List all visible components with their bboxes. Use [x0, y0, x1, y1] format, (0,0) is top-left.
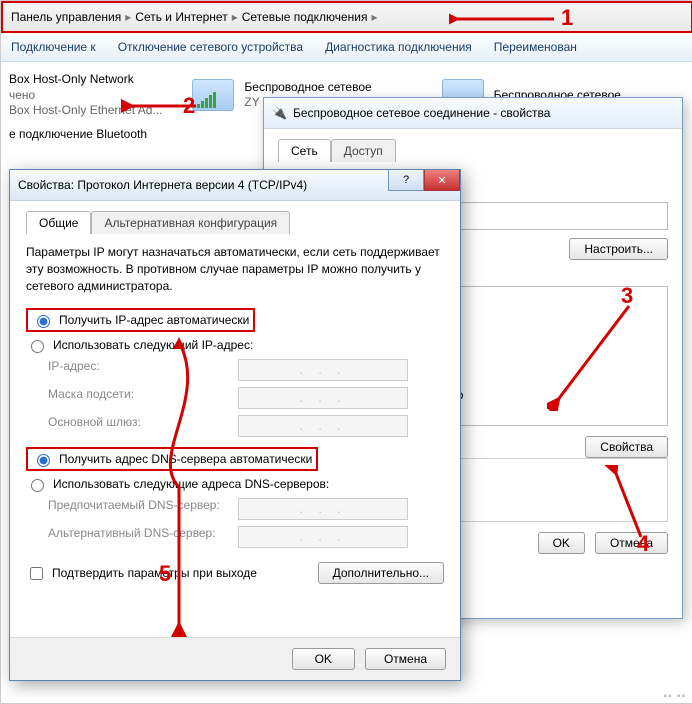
- radio-label: Получить IP-адрес автоматически: [59, 313, 249, 327]
- ipv4-properties-dialog: Свойства: Протокол Интернета версии 4 (T…: [9, 169, 461, 681]
- gateway-field: . . .: [238, 415, 408, 437]
- highlight-box: Получить адрес DNS-сервера автоматически: [26, 447, 318, 471]
- help-button[interactable]: ?: [388, 170, 424, 191]
- network-adapter: Box Host-Only Ethernet Ad...: [9, 103, 162, 119]
- ok-button[interactable]: OK: [292, 648, 355, 670]
- network-icon: [192, 79, 234, 111]
- gateway-label: Основной шлюз:: [48, 415, 228, 437]
- properties-button[interactable]: Свойства: [585, 436, 668, 458]
- advanced-button[interactable]: Дополнительно...: [318, 562, 444, 584]
- title-text: Беспроводное сетевое соединение - свойст…: [293, 106, 551, 120]
- validate-label: Подтвердить параметры при выходе: [52, 566, 257, 580]
- tabstrip: Сеть Доступ: [278, 139, 668, 162]
- cancel-button[interactable]: Отмена: [365, 648, 446, 670]
- radio-auto-dns[interactable]: [37, 454, 50, 467]
- cancel-button[interactable]: Отмена: [595, 532, 668, 554]
- close-button[interactable]: ✕: [424, 170, 460, 191]
- alt-dns-label: Альтернативный DNS-сервер:: [48, 526, 228, 548]
- validate-checkbox[interactable]: [30, 567, 43, 580]
- radio-manual-ip[interactable]: [31, 340, 44, 353]
- toolbar-disable[interactable]: Отключение сетевого устройства: [118, 40, 303, 54]
- ok-button[interactable]: OK: [538, 532, 585, 554]
- alt-dns-field: . . .: [238, 526, 408, 548]
- breadcrumb-item[interactable]: Сеть и Интернет: [135, 10, 227, 24]
- network-icon: 🔌: [272, 106, 287, 120]
- tab-alt-config[interactable]: Альтернативная конфигурация: [91, 211, 290, 234]
- radio-label: Использовать следующие адреса DNS-сервер…: [53, 477, 329, 491]
- dialog-titlebar[interactable]: Свойства: Протокол Интернета версии 4 (T…: [10, 170, 460, 201]
- chevron-right-icon: ▸: [232, 10, 238, 24]
- pref-dns-field: . . .: [238, 498, 408, 520]
- radio-auto-ip[interactable]: [37, 315, 50, 328]
- toolbar: Подключение к Отключение сетевого устрой…: [1, 33, 692, 62]
- network-name: е подключение Bluetooth: [9, 127, 147, 143]
- ip-field: . . .: [238, 359, 408, 381]
- pref-dns-label: Предпочитаемый DNS-сервер:: [48, 498, 228, 520]
- breadcrumb-bar[interactable]: Панель управления ▸ Сеть и Интернет ▸ Се…: [1, 1, 692, 33]
- tab-access[interactable]: Доступ: [331, 139, 396, 162]
- signal-icon: [197, 92, 216, 108]
- resize-grip-icon: ⣀⣀: [662, 679, 689, 699]
- breadcrumb-item[interactable]: Панель управления: [11, 10, 121, 24]
- network-name: Беспроводное сетевое: [244, 80, 371, 96]
- network-status: чено: [9, 88, 162, 104]
- network-name: Box Host-Only Network: [9, 72, 162, 88]
- dialog-title: 🔌 Беспроводное сетевое соединение - свой…: [264, 98, 682, 129]
- description-text: Параметры IP могут назначаться автоматич…: [26, 244, 444, 294]
- radio-manual-dns[interactable]: [31, 479, 44, 492]
- highlight-box: Получить IP-адрес автоматически: [26, 308, 255, 332]
- configure-button[interactable]: Настроить...: [569, 238, 668, 260]
- tabstrip: Общие Альтернативная конфигурация: [26, 211, 444, 234]
- mask-field: . . .: [238, 387, 408, 409]
- mask-label: Маска подсети:: [48, 387, 228, 409]
- radio-label: Использовать следующий IP-адрес:: [53, 338, 253, 352]
- toolbar-diagnose[interactable]: Диагностика подключения: [325, 40, 472, 54]
- toolbar-rename[interactable]: Переименован: [494, 40, 577, 54]
- ip-label: IP-адрес:: [48, 359, 228, 381]
- network-item[interactable]: Box Host-Only Network чено Box Host-Only…: [9, 68, 162, 123]
- breadcrumb-item[interactable]: Сетевые подключения: [242, 10, 368, 24]
- chevron-right-icon: ▸: [372, 10, 378, 24]
- title-text: Свойства: Протокол Интернета версии 4 (T…: [18, 178, 307, 192]
- toolbar-connect[interactable]: Подключение к: [11, 40, 96, 54]
- radio-label: Получить адрес DNS-сервера автоматически: [59, 452, 312, 466]
- dialog-button-bar: OK Отмена: [10, 637, 460, 680]
- chevron-right-icon: ▸: [125, 10, 131, 24]
- tab-general[interactable]: Общие: [26, 211, 91, 234]
- tab-network[interactable]: Сеть: [278, 139, 331, 162]
